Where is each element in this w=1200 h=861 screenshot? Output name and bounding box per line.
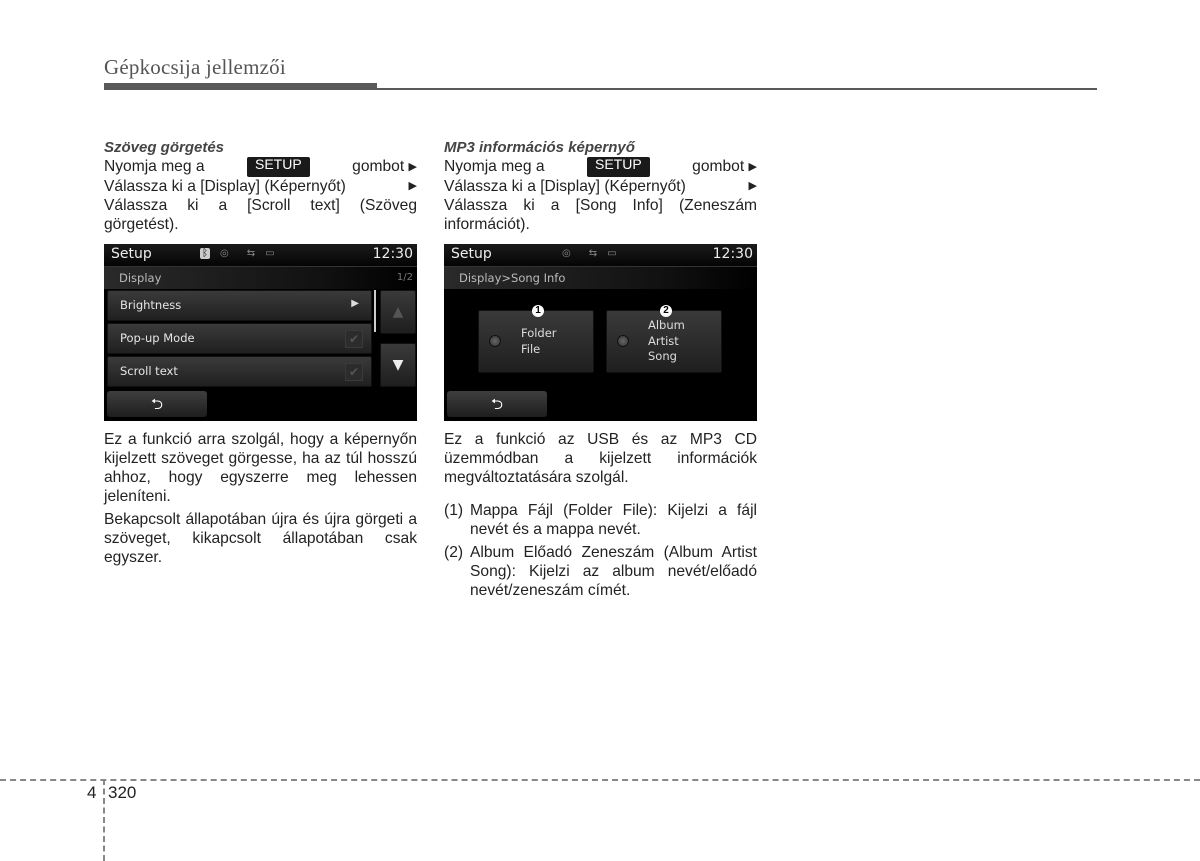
page-number: 320 bbox=[108, 783, 137, 802]
arrow-right-icon: ▶ bbox=[351, 298, 359, 309]
option-album-artist-song[interactable]: Album Artist Song bbox=[606, 310, 722, 373]
triangle-down-icon: ▼ bbox=[392, 357, 404, 373]
battery-icon: ▭ bbox=[265, 248, 275, 259]
footer-rule bbox=[0, 779, 1200, 781]
breadcrumb: Display bbox=[119, 271, 162, 285]
list-item-scroll-text[interactable]: Scroll text ✔ bbox=[107, 356, 372, 387]
list-item-brightness[interactable]: Brightness ▶ bbox=[107, 290, 372, 321]
mp3-info-description: Ez a funkció az USB és az MP3 CD üzemmód… bbox=[444, 430, 757, 600]
breadcrumb-bar: Display>Song Info bbox=[444, 267, 757, 289]
display-settings-screen: Setup ᛒ ◎ ⇆ ▭ 12:30 Display 1/2 Brightne… bbox=[104, 244, 417, 421]
chapter-number: 4 bbox=[87, 783, 97, 802]
instruction-step-2: Válassza ki a [Display] (Képernyőt) ▶ bbox=[444, 178, 757, 195]
instruction-step-1: Nyomja meg a SETUP gombot ▶ bbox=[104, 156, 417, 177]
breadcrumb-bar: Display 1/2 bbox=[104, 267, 417, 289]
status-bar: Setup ◎ ⇆ ▭ 12:30 bbox=[444, 244, 757, 267]
option-folder-file[interactable]: Folder File bbox=[478, 310, 594, 373]
header-rule-thin bbox=[377, 88, 1097, 90]
screen-title: Setup bbox=[111, 246, 152, 262]
list-item-popup-mode[interactable]: Pop-up Mode ✔ bbox=[107, 323, 372, 354]
usb-icon: ⇆ bbox=[588, 248, 598, 259]
header-rule-thick bbox=[104, 83, 377, 90]
section-title: Szöveg görgetés bbox=[104, 139, 225, 156]
clock: 12:30 bbox=[372, 246, 413, 262]
radio-indicator[interactable] bbox=[617, 335, 629, 347]
triangle-up-icon: ▲ bbox=[392, 304, 404, 320]
mp3-info-section: MP3 információs képernyő Nyomja meg a SE… bbox=[444, 138, 757, 234]
screen-title: Setup bbox=[451, 246, 492, 262]
footer-vertical-rule bbox=[103, 779, 105, 861]
setup-key-badge: SETUP bbox=[587, 157, 650, 177]
back-arrow-icon: ⮌ bbox=[490, 395, 503, 413]
clock: 12:30 bbox=[712, 246, 753, 262]
back-button[interactable]: ⮌ bbox=[107, 391, 207, 417]
arrow-right-icon: ▶ bbox=[408, 180, 417, 192]
arrow-right-icon: ▶ bbox=[748, 161, 757, 173]
section-title: MP3 információs képernyő bbox=[444, 139, 635, 156]
chapter-title: Gépkocsija jellemzői bbox=[104, 55, 286, 79]
description-paragraph: Ez a funkció az USB és az MP3 CD üzemmód… bbox=[444, 431, 757, 486]
arrow-right-icon: ▶ bbox=[408, 161, 417, 173]
disc-icon: ◎ bbox=[562, 248, 571, 259]
song-info-screen: Setup ◎ ⇆ ▭ 12:30 Display>Song Info Fold… bbox=[444, 244, 757, 421]
radio-indicator[interactable] bbox=[489, 335, 501, 347]
back-button[interactable]: ⮌ bbox=[447, 391, 547, 417]
scrollbar[interactable] bbox=[374, 290, 376, 332]
list-item: (2) Album Előadó Zeneszám (Album Artist … bbox=[444, 544, 757, 599]
usb-icon: ⇆ bbox=[246, 248, 256, 259]
callout-1: 1 bbox=[532, 305, 544, 317]
checkbox-icon[interactable]: ✔ bbox=[345, 363, 363, 381]
disc-icon: ◎ bbox=[220, 248, 229, 259]
status-bar: Setup ᛒ ◎ ⇆ ▭ 12:30 bbox=[104, 244, 417, 267]
bluetooth-icon: ᛒ bbox=[200, 248, 210, 259]
instruction-step-2: Válassza ki a [Display] (Képernyőt) ▶ bbox=[104, 178, 417, 195]
setup-key-badge: SETUP bbox=[247, 157, 310, 177]
page-indicator: 1/2 bbox=[396, 272, 413, 283]
battery-icon: ▭ bbox=[607, 248, 617, 259]
instruction-step-3: Válassza ki a [Scroll text] (Szöveg görg… bbox=[104, 197, 417, 233]
scroll-text-section: Szöveg görgetés Nyomja meg a SETUP gombo… bbox=[104, 138, 417, 234]
checkbox-icon[interactable]: ✔ bbox=[345, 330, 363, 348]
arrow-right-icon: ▶ bbox=[748, 180, 757, 192]
callout-2: 2 bbox=[660, 305, 672, 317]
instruction-step-1: Nyomja meg a SETUP gombot ▶ bbox=[444, 156, 757, 177]
list-item: (1) Mappa Fájl (Folder File): Kijelzi a … bbox=[444, 502, 757, 538]
description-paragraph: Bekapcsolt állapotában újra és újra görg… bbox=[104, 511, 417, 566]
instruction-step-3: Válassza ki a [Song Info] (Zeneszám info… bbox=[444, 197, 757, 233]
description-paragraph: Ez a funkció arra szolgál, hogy a képern… bbox=[104, 431, 417, 505]
scroll-text-description: Ez a funkció arra szolgál, hogy a képern… bbox=[104, 430, 417, 571]
scroll-down-button[interactable]: ▼ bbox=[380, 343, 416, 387]
scroll-up-button[interactable]: ▲ bbox=[380, 290, 416, 334]
back-arrow-icon: ⮌ bbox=[150, 395, 163, 413]
breadcrumb: Display>Song Info bbox=[459, 271, 566, 285]
